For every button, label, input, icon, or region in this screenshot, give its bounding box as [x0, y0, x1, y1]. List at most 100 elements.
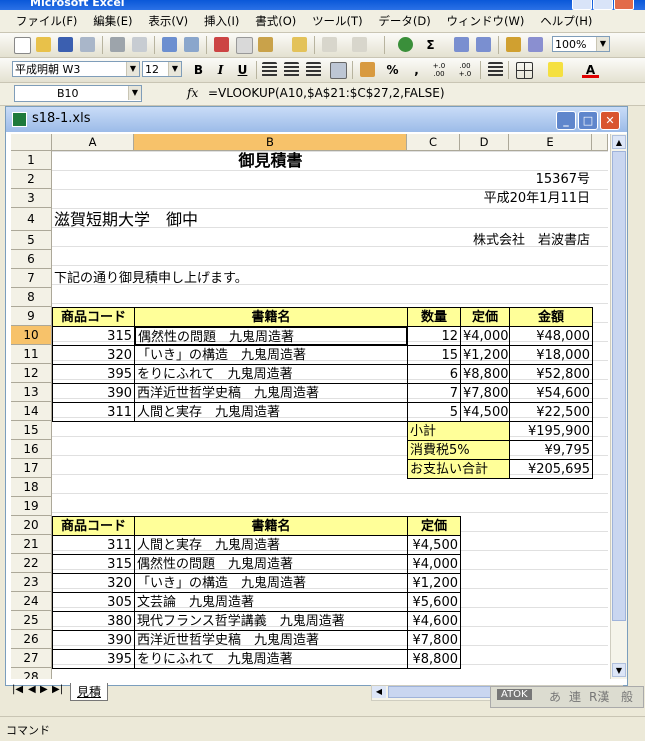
print-icon[interactable] — [110, 37, 125, 52]
master-row-price[interactable]: ¥4,600 — [407, 611, 461, 631]
column-header-f[interactable] — [592, 134, 608, 151]
sort-ascending-icon[interactable] — [454, 37, 469, 52]
row-header[interactable]: 28 — [11, 668, 52, 679]
ime-mode-general[interactable]: 般 — [621, 688, 633, 705]
table-row-amount[interactable]: ¥18,000 — [509, 345, 593, 365]
row-header[interactable]: 26 — [11, 630, 52, 649]
tax-label[interactable]: 消費税5% — [407, 440, 510, 460]
table-row-title[interactable]: 「いき」の構造 九鬼周造著 — [134, 345, 408, 365]
table-row-code[interactable]: 390 — [52, 383, 135, 403]
column-header-c[interactable]: C — [407, 134, 460, 151]
sheet-tab-quote[interactable]: 見積 — [70, 683, 109, 701]
vertical-scrollbar[interactable]: ▲ ▼ — [610, 134, 627, 679]
tab-scroll-prev-icon[interactable]: ◀ — [28, 684, 36, 695]
sender[interactable]: 株式会社 岩波書店 — [407, 231, 592, 250]
row-header[interactable]: 8 — [11, 288, 52, 307]
row-header[interactable]: 10 — [11, 326, 52, 345]
scroll-thumb[interactable] — [612, 151, 626, 621]
row-header[interactable]: 4 — [11, 208, 52, 231]
row-header[interactable]: 20 — [11, 516, 52, 535]
table-row-price[interactable]: ¥4,000 — [460, 326, 510, 346]
table-row-qty[interactable]: 15 — [407, 345, 461, 365]
name-box[interactable]: B10 ▼ — [14, 85, 142, 102]
recipient[interactable]: 滋賀短期大学 御中 — [52, 208, 302, 231]
quote-date[interactable]: 平成20年1月11日 — [407, 189, 592, 208]
bold-button[interactable]: B — [190, 62, 207, 78]
table-row-price[interactable]: ¥1,200 — [460, 345, 510, 365]
table-row-qty[interactable]: 12 — [407, 326, 461, 346]
chevron-down-icon[interactable]: ▼ — [168, 62, 181, 76]
master-row-code[interactable]: 305 — [52, 592, 135, 612]
decrease-decimal-button[interactable]: .00 +.0 — [454, 62, 476, 78]
row-header[interactable]: 22 — [11, 554, 52, 573]
ime-mode-hiragana[interactable]: あ — [549, 688, 561, 705]
h-scroll-thumb[interactable] — [388, 686, 498, 698]
menu-edit[interactable]: 編集(E) — [87, 10, 138, 32]
table-row-price[interactable]: ¥8,800 — [460, 364, 510, 384]
menu-window[interactable]: ウィンドウ(W) — [441, 10, 531, 32]
row-header[interactable]: 6 — [11, 250, 52, 269]
borders-icon[interactable] — [516, 62, 533, 79]
font-name-combo[interactable]: 平成明朝 W3 ▼ — [12, 61, 140, 77]
master-row-code[interactable]: 315 — [52, 554, 135, 574]
scroll-down-icon[interactable]: ▼ — [612, 663, 626, 677]
master-header-title[interactable]: 書籍名 — [134, 516, 408, 536]
quote-header-title[interactable]: 書籍名 — [134, 307, 408, 327]
master-row-code[interactable]: 320 — [52, 573, 135, 593]
master-row-code[interactable]: 395 — [52, 649, 135, 669]
row-header[interactable]: 1 — [11, 151, 52, 170]
row-header[interactable]: 7 — [11, 269, 52, 288]
table-row-title[interactable]: 西洋近世哲学史稿 九鬼周造著 — [134, 383, 408, 403]
close-workbook-button[interactable]: ✕ — [600, 111, 620, 130]
new-icon[interactable] — [14, 37, 31, 54]
master-row-code[interactable]: 380 — [52, 611, 135, 631]
tab-scroll-last-icon[interactable]: ▶| — [52, 684, 63, 695]
row-header[interactable]: 13 — [11, 383, 52, 402]
table-row-qty[interactable]: 5 — [407, 402, 461, 422]
fill-color-icon[interactable] — [548, 62, 563, 77]
table-row-qty[interactable]: 6 — [407, 364, 461, 384]
menu-data[interactable]: データ(D) — [372, 10, 436, 32]
tab-scroll-first-icon[interactable]: |◀ — [12, 684, 23, 695]
master-header-code[interactable]: 商品コード — [52, 516, 135, 536]
currency-icon[interactable] — [360, 62, 375, 77]
master-row-price[interactable]: ¥1,200 — [407, 573, 461, 593]
row-header[interactable]: 5 — [11, 231, 52, 250]
subtotal-value[interactable]: ¥195,900 — [509, 421, 593, 441]
copy-icon[interactable] — [236, 37, 253, 54]
scroll-left-icon[interactable]: ◀ — [372, 686, 386, 698]
master-row-title[interactable]: をりにふれて 九鬼周造著 — [134, 649, 408, 669]
function-icon[interactable]: fx — [187, 86, 198, 100]
master-row-code[interactable]: 311 — [52, 535, 135, 555]
master-row-title[interactable]: 西洋近世哲学史稿 九鬼周造著 — [134, 630, 408, 650]
quote-header-code[interactable]: 商品コード — [52, 307, 135, 327]
row-header[interactable]: 21 — [11, 535, 52, 554]
table-row-price[interactable]: ¥7,800 — [460, 383, 510, 403]
ime-label[interactable]: ATOK — [497, 689, 532, 700]
font-color-icon[interactable]: A — [582, 62, 599, 78]
menu-view[interactable]: 表示(V) — [142, 10, 194, 32]
table-row-code[interactable]: 395 — [52, 364, 135, 384]
align-right-icon[interactable] — [306, 62, 321, 77]
master-row-price[interactable]: ¥7,800 — [407, 630, 461, 650]
ime-mode-romaji[interactable]: R漢 — [589, 688, 609, 705]
sort-descending-icon[interactable] — [476, 37, 491, 52]
formula-input[interactable]: =VLOOKUP(A10,$A$21:$C$27,2,FALSE) — [208, 86, 445, 100]
total-label[interactable]: お支払い合計 — [407, 459, 510, 479]
merge-center-icon[interactable] — [330, 62, 347, 79]
menu-file[interactable]: ファイル(F) — [10, 10, 84, 32]
indent-icon[interactable] — [488, 62, 503, 77]
row-header[interactable]: 19 — [11, 497, 52, 516]
open-icon[interactable] — [36, 37, 51, 52]
row-header[interactable]: 16 — [11, 440, 52, 459]
master-row-price[interactable]: ¥5,600 — [407, 592, 461, 612]
paste-icon[interactable] — [258, 37, 273, 52]
quote-title[interactable]: 御見積書 — [134, 151, 407, 170]
row-header[interactable]: 15 — [11, 421, 52, 440]
spreadsheet-grid[interactable]: A B C D E 1 2 3 4 5 6 7 8 9 10 11 12 13 … — [11, 134, 608, 679]
row-header[interactable]: 14 — [11, 402, 52, 421]
format-painter-icon[interactable] — [292, 37, 307, 52]
subtotal-label[interactable]: 小計 — [407, 421, 510, 441]
tab-scroll-next-icon[interactable]: ▶ — [40, 684, 48, 695]
row-header[interactable]: 25 — [11, 611, 52, 630]
